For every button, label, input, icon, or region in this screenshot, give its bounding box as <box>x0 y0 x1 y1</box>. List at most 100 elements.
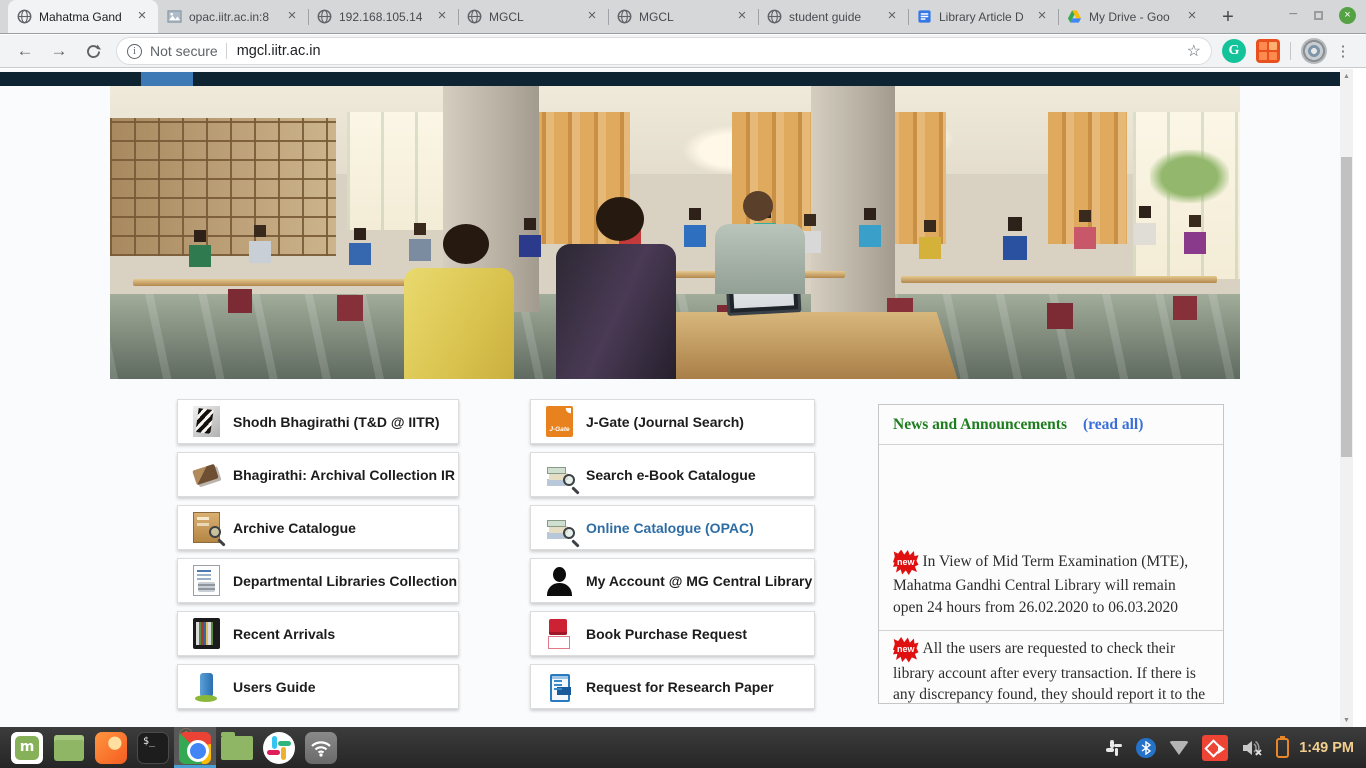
link-recent-arrivals[interactable]: Recent Arrivals <box>177 611 459 656</box>
profile-avatar[interactable] <box>1301 38 1327 64</box>
user-silhouette-icon <box>546 565 573 596</box>
news-item[interactable]: newIn View of Mid Term Examination (MTE)… <box>879 542 1223 631</box>
tab-title: 192.168.105.14 <box>339 10 434 24</box>
network-signal-icon[interactable] <box>1169 741 1189 755</box>
new-badge: new <box>893 550 919 576</box>
mint-logo-icon: m <box>11 732 43 764</box>
tab-close-icon[interactable]: × <box>1184 9 1200 25</box>
tab-close-icon[interactable]: × <box>734 9 750 25</box>
link-bhagirathi-archival[interactable]: Bhagirathi: Archival Collection IR <box>177 452 459 497</box>
tab-close-icon[interactable]: × <box>284 9 300 25</box>
news-read-all-link[interactable]: (read all) <box>1083 416 1143 434</box>
link-my-account[interactable]: My Account @ MG Central Library <box>530 558 815 603</box>
slack-icon <box>263 732 295 764</box>
archive-search-icon <box>193 512 220 543</box>
window-minimize-button[interactable]: − <box>1289 6 1298 24</box>
forward-button[interactable]: → <box>46 38 72 64</box>
volume-muted-icon[interactable] <box>1241 738 1263 758</box>
news-title: News and Announcements <box>893 416 1067 434</box>
tab-close-icon[interactable]: × <box>434 9 450 25</box>
globe-favicon-icon <box>616 9 632 25</box>
link-request-research-paper[interactable]: Request for Research Paper <box>530 664 815 709</box>
bookmark-star-icon[interactable]: ☆ <box>1187 41 1201 61</box>
terminal-launcher[interactable]: $_ <box>132 727 174 768</box>
mint-menu-button[interactable]: m <box>6 727 48 768</box>
link-label: Users Guide <box>233 679 315 695</box>
taskbar-clock[interactable]: 1:49 PM <box>1299 740 1354 756</box>
photo-curtain-window <box>1048 112 1127 244</box>
new-tab-button[interactable]: + <box>1214 3 1242 31</box>
book-magnifier-icon <box>546 512 573 543</box>
link-ebook-catalogue[interactable]: Search e-Book Catalogue <box>530 452 815 497</box>
guide-kiosk-icon <box>193 671 220 702</box>
window-close-button[interactable]: × <box>1339 7 1356 24</box>
tab-mgcl-2[interactable]: MGCL × <box>608 0 758 33</box>
tab-mahatma-gandhi[interactable]: Mahatma Gand × <box>8 0 158 33</box>
anydesk-icon[interactable] <box>1202 735 1228 761</box>
page-info-icon[interactable]: i <box>127 44 142 59</box>
reload-button[interactable] <box>80 38 106 64</box>
archival-book-icon <box>193 459 220 490</box>
link-archive-catalogue[interactable]: Archive Catalogue <box>177 505 459 550</box>
link-departmental-libraries[interactable]: Departmental Libraries Collection <box>177 558 459 603</box>
photo-person-yellow-shirt <box>404 268 514 379</box>
file-manager-launcher[interactable] <box>216 727 258 768</box>
image-placeholder-favicon-icon <box>166 9 182 25</box>
tab-student-guide[interactable]: student guide × <box>758 0 908 33</box>
tab-my-drive[interactable]: My Drive - Goo × <box>1058 0 1208 33</box>
link-book-purchase-request[interactable]: Book Purchase Request <box>530 611 815 656</box>
navbar-active-item[interactable] <box>141 72 193 86</box>
news-header: News and Announcements (read all) <box>879 405 1223 445</box>
slack-launcher[interactable] <box>258 727 300 768</box>
slack-tray-icon[interactable] <box>1105 739 1123 757</box>
tab-close-icon[interactable]: × <box>134 9 150 25</box>
tab-title: My Drive - Goo <box>1089 10 1184 24</box>
tab-library-article[interactable]: Library Article D × <box>908 0 1058 33</box>
orange-grid-extension-icon[interactable] <box>1256 39 1280 63</box>
browser-toolbar: ← → i Not secure mgcl.iitr.ac.in ☆ G ⋮ <box>0 35 1366 68</box>
book-magnifier-icon <box>546 459 573 490</box>
link-users-guide[interactable]: Users Guide <box>177 664 459 709</box>
tab-mgcl-1[interactable]: MGCL × <box>458 0 608 33</box>
bookshelf-icon <box>193 618 220 649</box>
link-online-catalogue-opac[interactable]: Online Catalogue (OPAC) <box>530 505 815 550</box>
news-item[interactable]: newAll the users are requested to check … <box>879 630 1223 705</box>
link-jgate[interactable]: J-Gate J-Gate (Journal Search) <box>530 399 815 444</box>
photo-person-head <box>443 224 489 264</box>
wifi-tool-launcher[interactable] <box>300 727 342 768</box>
photo-person-front <box>715 224 805 294</box>
link-label: My Account @ MG Central Library <box>586 573 812 589</box>
terminal-icon: $_ <box>137 732 169 764</box>
photo-greenery <box>1150 150 1229 203</box>
system-tray <box>1105 735 1289 761</box>
link-shodh-bhagirathi[interactable]: Shodh Bhagirathi (T&D @ IITR) <box>177 399 459 444</box>
department-library-icon <box>193 565 220 596</box>
omnibox-divider <box>226 43 227 59</box>
firefox-launcher[interactable] <box>90 727 132 768</box>
show-desktop-button[interactable] <box>48 727 90 768</box>
back-button[interactable]: ← <box>12 38 38 64</box>
photo-person-head <box>596 197 644 241</box>
scrollbar-thumb[interactable] <box>1341 157 1352 457</box>
chrome-taskbar-button[interactable]: 6 <box>174 727 216 768</box>
browser-menu-icon[interactable]: ⋮ <box>1333 39 1353 63</box>
toolbar-divider <box>1290 42 1291 60</box>
grammarly-extension-icon[interactable]: G <box>1222 39 1246 63</box>
page-scrollbar[interactable]: ▲ ▼ <box>1340 69 1353 727</box>
wifi-icon <box>305 732 337 764</box>
tab-opac[interactable]: opac.iitr.ac.in:8 × <box>158 0 308 33</box>
tab-close-icon[interactable]: × <box>884 9 900 25</box>
news-item-text: All the users are requested to check the… <box>893 640 1205 703</box>
tab-close-icon[interactable]: × <box>584 9 600 25</box>
address-bar[interactable]: i Not secure mgcl.iitr.ac.in ☆ <box>116 37 1212 65</box>
security-label[interactable]: Not secure <box>150 43 218 59</box>
scroll-up-icon[interactable]: ▲ <box>1340 69 1353 83</box>
globe-favicon-icon <box>466 9 482 25</box>
tab-close-icon[interactable]: × <box>1034 9 1050 25</box>
url-text[interactable]: mgcl.iitr.ac.in <box>237 43 1187 59</box>
window-maximize-button[interactable] <box>1314 11 1323 20</box>
battery-icon[interactable] <box>1276 738 1289 758</box>
scroll-down-icon[interactable]: ▼ <box>1340 713 1353 727</box>
tab-ip-address[interactable]: 192.168.105.14 × <box>308 0 458 33</box>
bluetooth-icon[interactable] <box>1136 738 1156 758</box>
